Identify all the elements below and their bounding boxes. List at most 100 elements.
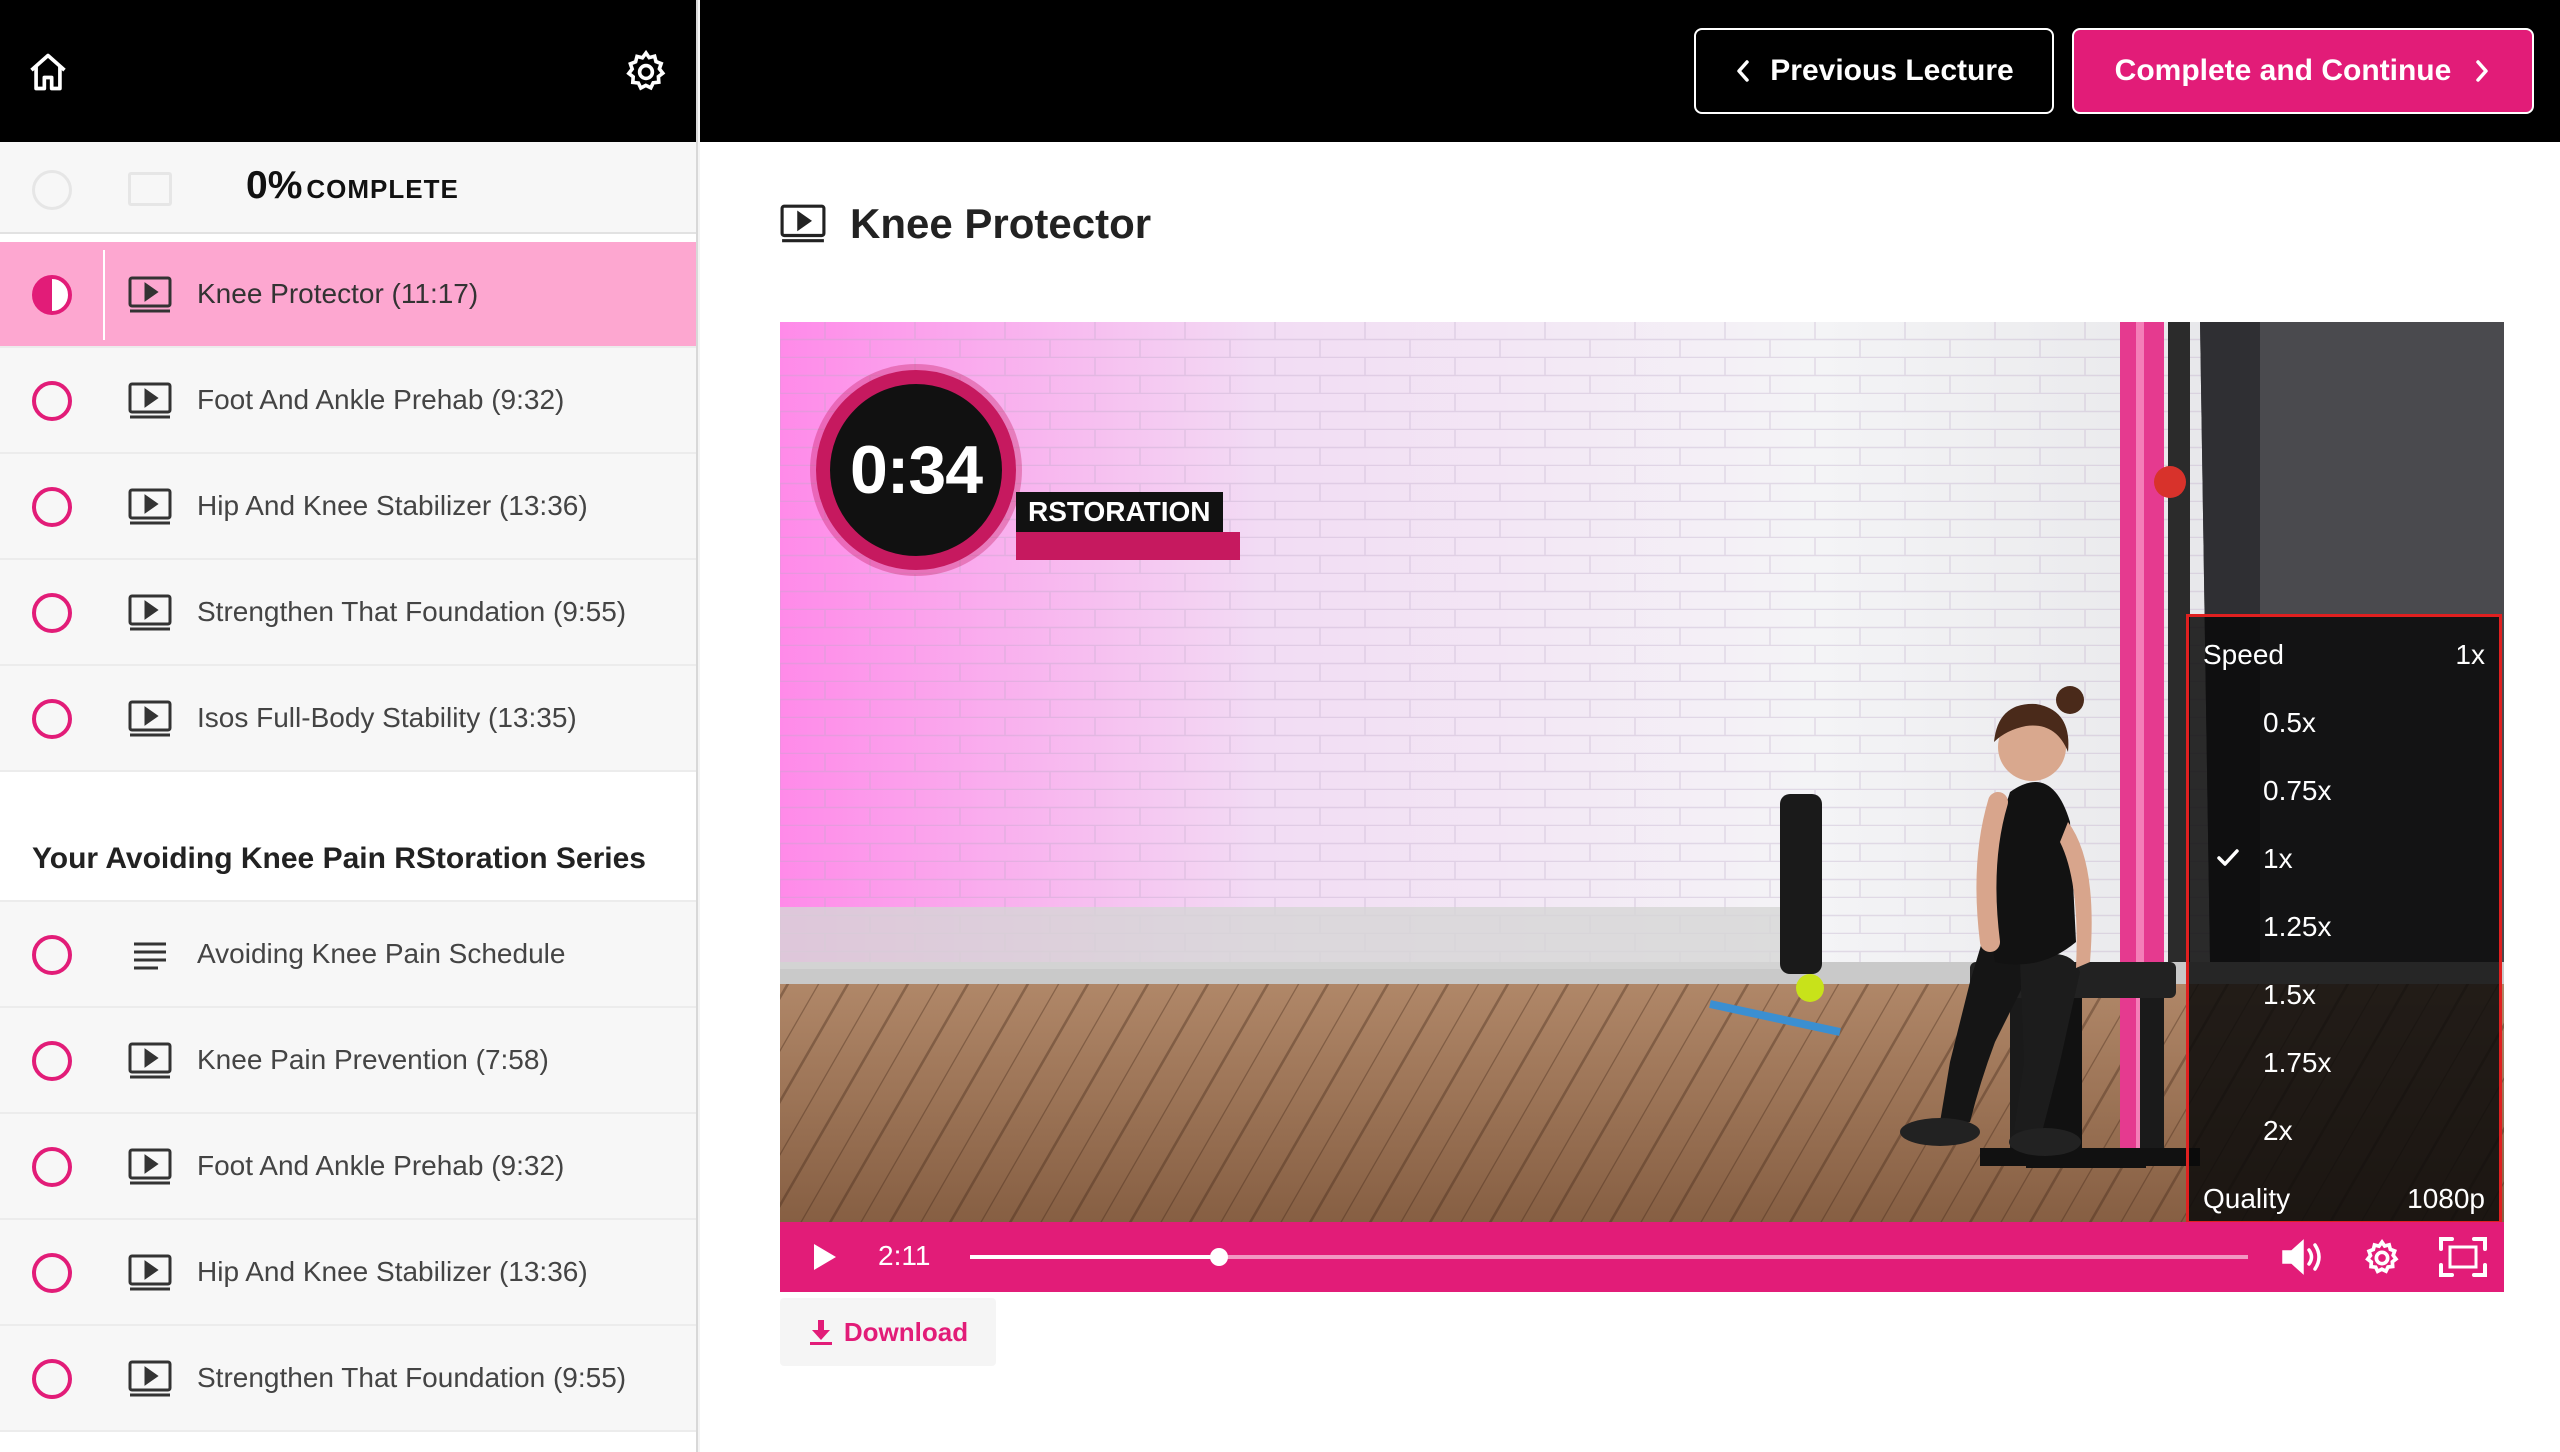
speed-value: 1x — [2455, 639, 2485, 670]
lecture-label: Strengthen That Foundation (9:55) — [197, 596, 627, 627]
list-item[interactable]: Knee Protector (11:17) — [0, 242, 696, 348]
incomplete-status-icon[interactable] — [32, 1041, 72, 1081]
speed-option[interactable]: 0.75x — [2189, 761, 2499, 821]
chevron-left-icon — [1737, 60, 1750, 82]
list-item[interactable]: Isos Full-Body Stability (13:35) — [0, 666, 696, 772]
sidebar-header — [0, 0, 696, 142]
list-item[interactable]: Strengthen That Foundation (9:55) — [0, 560, 696, 666]
course-sidebar: 0% COMPLETE Knee Protector (11:17) Foot A… — [0, 0, 698, 1452]
video-icon — [128, 700, 172, 737]
home-icon[interactable] — [26, 50, 70, 94]
incomplete-status-icon[interactable] — [32, 593, 72, 633]
video-icon — [128, 1254, 172, 1291]
current-time: 2:11 — [878, 1240, 931, 1271]
lecture-label: Isos Full-Body Stability (13:35) — [197, 702, 577, 733]
player-controls: 2:11 — [780, 1222, 2504, 1292]
lecture-label: Foot And Ankle Prehab (9:32) — [197, 384, 565, 415]
speed-option-label: 1.5x — [2263, 979, 2316, 1010]
lecture-label: Knee Pain Prevention (7:58) — [197, 1044, 549, 1075]
list-item[interactable]: Hip And Knee Stabilizer (13:36) — [0, 454, 696, 560]
lecture-label: Foot And Ankle Prehab (9:32) — [197, 1150, 565, 1181]
download-icon — [809, 1320, 832, 1345]
ghost-status-circle — [32, 170, 72, 210]
progress-percent: 0% COMPLETE — [246, 164, 459, 207]
previous-lecture-button[interactable]: Previous Lecture — [1694, 28, 2054, 114]
speed-label: Speed — [2203, 639, 2284, 670]
complete-and-continue-label: Complete and Continue — [2114, 54, 2452, 87]
list-item[interactable]: Strengthen That Foundation (9:55) — [0, 1326, 696, 1432]
list-item[interactable]: Knee Pain Prevention (7:58) — [0, 1008, 696, 1114]
video-icon — [128, 1360, 172, 1397]
download-button[interactable]: Download — [780, 1298, 996, 1366]
play-icon[interactable] — [806, 1240, 840, 1274]
lecture-content: Knee Protector 0:34 RSTORATION Speed 1x … — [700, 142, 2560, 1452]
gear-icon[interactable] — [622, 48, 670, 96]
seek-bar-progress — [970, 1255, 1220, 1259]
quality-value: 1080p — [2407, 1183, 2485, 1214]
video-icon — [128, 1148, 172, 1185]
lecture-label: Hip And Knee Stabilizer (13:36) — [197, 490, 588, 521]
lecture-list: Knee Protector (11:17) Foot And Ankle Pr… — [0, 242, 696, 1432]
ghost-video-icon — [128, 172, 172, 206]
checkmark-icon — [2217, 849, 2239, 866]
list-item[interactable]: Hip And Knee Stabilizer (13:36) — [0, 1220, 696, 1326]
incomplete-status-icon[interactable] — [32, 699, 72, 739]
incomplete-status-icon[interactable] — [32, 487, 72, 527]
download-label: Download — [843, 1316, 969, 1347]
settings-gear-icon[interactable] — [2362, 1238, 2402, 1278]
speed-option-label: 1.25x — [2263, 911, 2332, 942]
speed-option[interactable]: 1.5x — [2189, 965, 2499, 1025]
lecture-topbar: Previous Lecture Complete and Continue — [700, 0, 2560, 142]
incomplete-status-icon[interactable] — [32, 1253, 72, 1293]
overlay-brand-tag: RSTORATION — [1016, 492, 1223, 532]
section-header: Your Avoiding Knee Pain RStoration Serie… — [0, 772, 696, 902]
lecture-label: Strengthen That Foundation (9:55) — [197, 1362, 627, 1393]
video-icon — [128, 382, 172, 419]
incomplete-status-icon[interactable] — [32, 1147, 72, 1187]
lecture-heading: Knee Protector — [780, 200, 1151, 248]
speed-option[interactable]: 0.5x — [2189, 693, 2499, 753]
volume-icon[interactable] — [2280, 1238, 2324, 1276]
course-progress: 0% COMPLETE — [0, 142, 696, 234]
seek-handle[interactable] — [1210, 1248, 1229, 1266]
chevron-right-icon — [2476, 60, 2489, 82]
quality-label: Quality — [2203, 1183, 2291, 1214]
list-item[interactable]: Foot And Ankle Prehab (9:32) — [0, 1114, 696, 1220]
video-icon — [128, 1042, 172, 1079]
complete-and-continue-button[interactable]: Complete and Continue — [2072, 28, 2534, 114]
speed-option[interactable]: 1.25x — [2189, 897, 2499, 957]
incomplete-status-icon[interactable] — [32, 1359, 72, 1399]
lecture-label: Hip And Knee Stabilizer (13:36) — [197, 1256, 588, 1287]
fullscreen-icon[interactable] — [2438, 1236, 2488, 1278]
speed-option-label: 1.75x — [2263, 1047, 2332, 1078]
incomplete-status-icon[interactable] — [32, 381, 72, 421]
speed-header-row[interactable]: Speed 1x — [2189, 625, 2499, 685]
lecture-label: Avoiding Knee Pain Schedule — [197, 938, 566, 969]
text-lines-icon — [134, 942, 166, 970]
divider — [103, 250, 105, 340]
video-icon — [780, 204, 826, 243]
speed-option-label: 2x — [2263, 1115, 2293, 1146]
video-player[interactable]: 0:34 RSTORATION Speed 1x 0.5x 0.75x 1x 1… — [780, 322, 2504, 1292]
video-icon — [128, 594, 172, 631]
incomplete-status-icon[interactable] — [32, 935, 72, 975]
speed-option-label: 0.5x — [2263, 707, 2316, 738]
lecture-label: Knee Protector (11:17) — [197, 278, 479, 309]
seek-bar[interactable] — [970, 1248, 2248, 1266]
list-item[interactable]: Avoiding Knee Pain Schedule — [0, 902, 696, 1008]
list-item[interactable]: Foot And Ankle Prehab (9:32) — [0, 348, 696, 454]
overlay-timer-text: 0:34 — [849, 432, 983, 508]
previous-lecture-label: Previous Lecture — [1770, 54, 2014, 87]
section-title: Your Avoiding Knee Pain RStoration Serie… — [32, 842, 646, 875]
overlay-timer: 0:34 — [816, 370, 1016, 570]
video-icon — [128, 276, 172, 313]
video-icon — [128, 488, 172, 525]
playback-settings-menu: Speed 1x 0.5x 0.75x 1x 1.25x 1.5x 1.75x — [2186, 614, 2502, 1224]
half-complete-status-icon[interactable] — [32, 275, 72, 315]
quality-row[interactable]: Quality 1080p — [2189, 1169, 2499, 1229]
speed-option[interactable]: 1.75x — [2189, 1033, 2499, 1093]
speed-option[interactable]: 2x — [2189, 1101, 2499, 1161]
overlay-brand-bar — [1016, 532, 1240, 560]
speed-option-selected[interactable]: 1x — [2189, 829, 2499, 889]
speed-option-label: 1x — [2263, 843, 2293, 874]
